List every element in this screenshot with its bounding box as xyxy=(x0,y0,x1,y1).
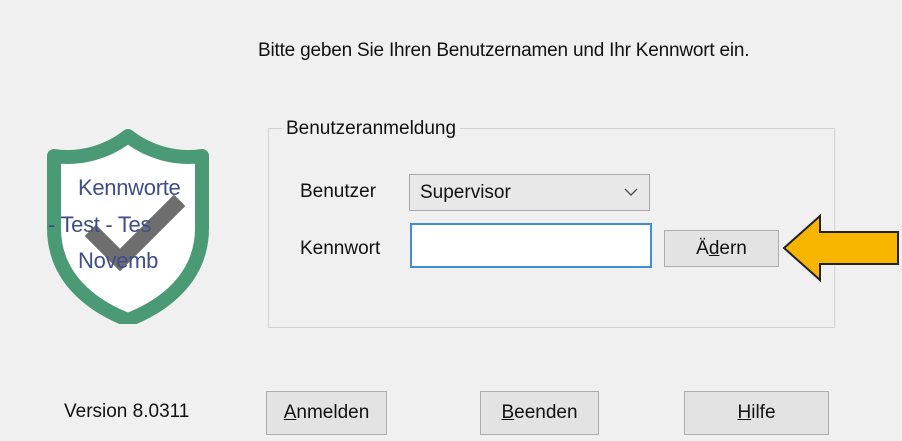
logo-text-line1: Kennworte xyxy=(78,175,181,200)
login-dialog: Bitte geben Sie Ihren Benutzernamen und … xyxy=(0,0,902,441)
instruction-text: Bitte geben Sie Ihren Benutzernamen und … xyxy=(258,40,750,61)
user-label: Benutzer xyxy=(300,181,377,202)
login-button-label: nmelden xyxy=(296,402,370,423)
logo-text-line3: Novemb xyxy=(78,248,159,273)
login-button-mnemonic: A xyxy=(283,402,297,423)
help-button[interactable]: Hilfe xyxy=(684,391,829,435)
change-button-label-rest: ern xyxy=(719,237,747,259)
change-password-button[interactable]: Äd ern xyxy=(664,230,779,267)
exit-button-label: eenden xyxy=(514,402,578,423)
user-select-value: Supervisor xyxy=(420,181,511,203)
user-select[interactable]: Supervisor xyxy=(409,174,650,211)
password-label: Kennwort xyxy=(300,238,381,259)
change-button-label-start: Ä xyxy=(696,237,709,259)
change-button-label-mnemonic: d xyxy=(708,237,720,259)
groupbox-title: Benutzeranmeldung xyxy=(282,118,461,140)
version-label: Version 8.0311 xyxy=(64,401,190,422)
arrow-left-icon xyxy=(782,213,899,283)
logo-text-line2: - Test - Tes xyxy=(48,212,152,237)
help-button-label: ilfe xyxy=(751,402,776,423)
password-input[interactable] xyxy=(410,223,652,268)
chevron-down-icon[interactable] xyxy=(613,175,649,210)
exit-button-mnemonic: B xyxy=(501,402,515,423)
login-button[interactable]: Anmelden xyxy=(266,391,387,435)
help-button-mnemonic: H xyxy=(737,402,752,423)
exit-button[interactable]: Beenden xyxy=(480,391,599,435)
